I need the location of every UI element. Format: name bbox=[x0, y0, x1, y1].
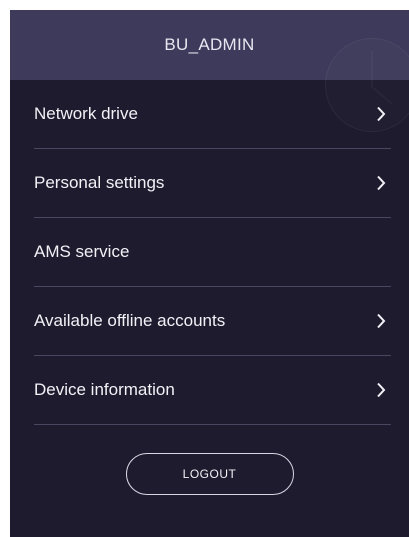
menu-item-label: Network drive bbox=[34, 104, 138, 123]
menu-item-label: AMS service bbox=[34, 242, 130, 261]
menu-item-label: Personal settings bbox=[34, 173, 165, 192]
chevron-right-icon bbox=[373, 313, 389, 329]
chevron-right-icon bbox=[373, 382, 389, 398]
menu-item-network-drive[interactable]: Network drive bbox=[34, 80, 391, 149]
menu-item-label: Device information bbox=[34, 380, 175, 399]
chevron-right-icon bbox=[373, 175, 389, 191]
username-title: BU_ADMIN bbox=[164, 35, 255, 54]
menu-item-ams-service[interactable]: AMS service bbox=[34, 218, 391, 287]
user-menu-panel: BU_ADMIN Network drive Personal settings… bbox=[10, 10, 409, 537]
logout-container: LOGOUT bbox=[10, 453, 409, 495]
menu-item-label: Available offline accounts bbox=[34, 311, 226, 330]
menu-item-offline-accounts[interactable]: Available offline accounts bbox=[34, 287, 391, 356]
menu-item-device-information[interactable]: Device information bbox=[34, 356, 391, 425]
chevron-right-icon bbox=[373, 106, 389, 122]
menu-list: Network drive Personal settings AMS serv… bbox=[34, 80, 391, 425]
menu-item-personal-settings[interactable]: Personal settings bbox=[34, 149, 391, 218]
logout-button[interactable]: LOGOUT bbox=[125, 453, 294, 495]
